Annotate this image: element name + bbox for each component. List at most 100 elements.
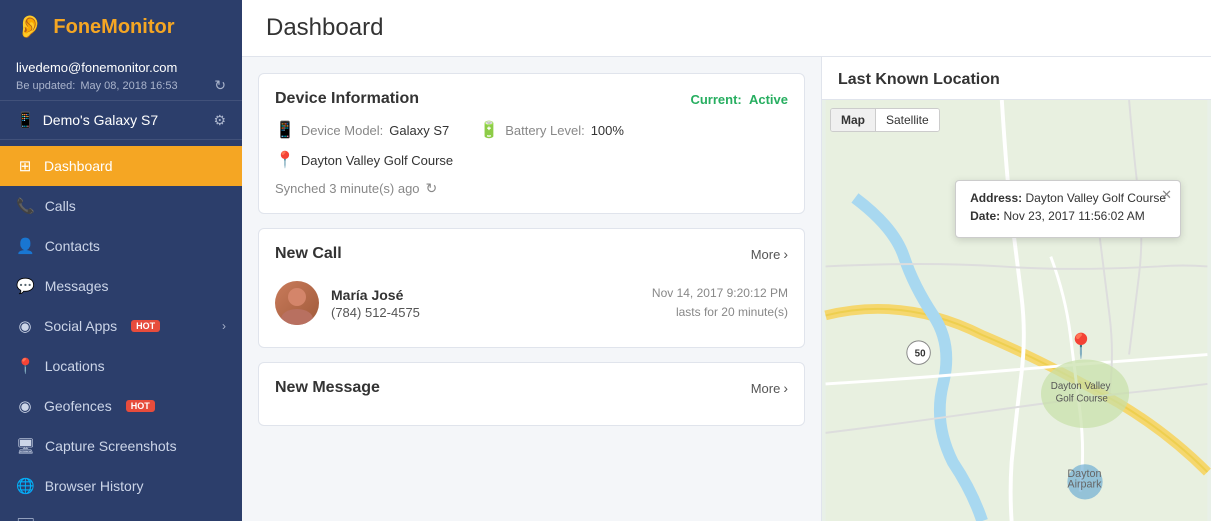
device-model-item: 📱 Device Model: Galaxy S7 [275, 120, 449, 140]
popup-date-value: Nov 23, 2017 11:56:02 AM [1003, 209, 1144, 223]
dashboard-icon: ⊞ [16, 157, 34, 175]
sidebar-item-messages[interactable]: 💬 Messages [0, 266, 242, 306]
chevron-right-icon: › [222, 319, 226, 333]
user-email: livedemo@fonemonitor.com [16, 60, 226, 75]
map-container[interactable]: Dayton Airpark 50 Dayton Valley Golf Cou… [822, 100, 1211, 521]
message-more-button[interactable]: More › [751, 380, 788, 396]
updated-time: May 08, 2018 16:53 [80, 80, 177, 92]
device-info-header: Device Information Current: Active [275, 90, 788, 108]
svg-text:Golf Course: Golf Course [1056, 394, 1108, 405]
call-row: María José (784) 512-4575 Nov 14, 2017 9… [275, 275, 788, 331]
sidebar-item-geofences[interactable]: ◉ Geofences HOT [0, 386, 242, 426]
device-info-title: Device Information [275, 90, 419, 108]
photos-icon: 🖼 [16, 517, 35, 521]
caller-name: María José [331, 287, 640, 303]
popup-address-label: Address: [970, 191, 1022, 205]
refresh-icon[interactable]: ↻ [214, 77, 226, 94]
sidebar-item-social-apps[interactable]: ◉ Social Apps HOT › [0, 306, 242, 346]
user-info: livedemo@fonemonitor.com Be updated: May… [0, 50, 242, 101]
satellite-button[interactable]: Satellite [876, 109, 939, 131]
sidebar-item-label: Capture Screenshots [45, 438, 177, 454]
browser-history-icon: 🌐 [16, 477, 35, 495]
sidebar-item-label: Calls [45, 198, 76, 214]
page-title: Dashboard [266, 14, 1187, 42]
device-info-status: Current: Active [690, 92, 788, 107]
call-more-label: More [751, 247, 781, 262]
main-content: Dashboard Device Information Current: Ac… [242, 0, 1211, 521]
model-value: Galaxy S7 [389, 123, 449, 138]
device-settings-icon[interactable]: ⚙ [213, 112, 226, 129]
call-duration: lasts for 20 minute(s) [652, 303, 788, 322]
status-value: Active [749, 92, 788, 107]
status-label: Current: [690, 92, 741, 107]
message-card-header: New Message More › [275, 379, 788, 397]
svg-text:Airpark: Airpark [1067, 479, 1102, 491]
call-more-button[interactable]: More › [751, 246, 788, 262]
device-name: 📱 Demo's Galaxy S7 [16, 111, 158, 129]
caller-avatar [275, 281, 319, 325]
map-popup: ✕ Address: Dayton Valley Golf Course Dat… [955, 180, 1181, 238]
battery-item: 🔋 Battery Level: 100% [479, 120, 624, 140]
device-icon: 📱 [16, 111, 35, 129]
sidebar-item-capture-screenshots[interactable]: 🖥 Capture Screenshots [0, 426, 242, 466]
sidebar-item-label: Contacts [45, 238, 100, 254]
device-name-label: Demo's Galaxy S7 [43, 112, 159, 128]
sync-text: Synched 3 minute(s) ago [275, 181, 420, 196]
hot-badge: HOT [131, 320, 160, 332]
screenshots-icon: 🖥 [16, 437, 35, 455]
svg-text:50: 50 [915, 349, 926, 360]
locations-icon: 📍 [16, 357, 35, 375]
location-value: Dayton Valley Golf Course [301, 153, 453, 168]
geofences-icon: ◉ [16, 397, 34, 415]
svg-text:Dayton Valley: Dayton Valley [1051, 381, 1111, 392]
model-label: Device Model: [301, 123, 383, 138]
sidebar-item-label: Messages [45, 278, 109, 294]
new-message-card: New Message More › [258, 362, 805, 426]
sidebar-header: 👂 FoneMonitor [0, 0, 242, 50]
logo-icon: 👂 [16, 14, 43, 40]
updated-label: Be updated: [16, 80, 75, 92]
map-controls: Map Satellite [830, 108, 940, 132]
contacts-icon: 👤 [16, 237, 35, 255]
sync-info: Synched 3 minute(s) ago ↻ [275, 180, 788, 197]
map-pin: 📍 [1066, 332, 1096, 361]
new-call-card: New Call More › María José [258, 228, 805, 348]
sidebar-item-label: Dashboard [44, 158, 113, 174]
sidebar-item-calls[interactable]: 📞 Calls [0, 186, 242, 226]
map-button[interactable]: Map [831, 109, 876, 131]
chevron-right-icon2: › [783, 380, 788, 396]
phone-icon: 📱 [275, 120, 295, 140]
sidebar-item-browser-history[interactable]: 🌐 Browser History [0, 466, 242, 506]
call-card-title: New Call [275, 245, 342, 263]
sidebar-item-dashboard[interactable]: ⊞ Dashboard [0, 146, 242, 186]
messages-icon: 💬 [16, 277, 35, 295]
sidebar-item-photos[interactable]: 🖼 Photos [0, 506, 242, 521]
map-panel: Last Known Location [821, 57, 1211, 521]
call-card-header: New Call More › [275, 245, 788, 263]
location-icon: 📍 [275, 150, 295, 170]
sidebar-item-label: Social Apps [44, 318, 117, 334]
social-apps-icon: ◉ [16, 317, 34, 335]
caller-number: (784) 512-4575 [331, 305, 640, 320]
battery-icon: 🔋 [479, 120, 499, 140]
device-details: 📱 Device Model: Galaxy S7 🔋 Battery Leve… [275, 120, 788, 140]
message-more-label: More [751, 381, 781, 396]
content-area: Device Information Current: Active 📱 Dev… [242, 57, 1211, 521]
user-updated-row: Be updated: May 08, 2018 16:53 ↻ [16, 77, 226, 94]
sidebar: 👂 FoneMonitor livedemo@fonemonitor.com B… [0, 0, 242, 521]
sidebar-item-locations[interactable]: 📍 Locations [0, 346, 242, 386]
call-time: Nov 14, 2017 9:20:12 PM [652, 284, 788, 303]
chevron-right-icon: › [783, 246, 788, 262]
call-time-info: Nov 14, 2017 9:20:12 PM lasts for 20 min… [652, 284, 788, 322]
device-selector[interactable]: 📱 Demo's Galaxy S7 ⚙ [0, 101, 242, 140]
popup-address-value: Dayton Valley Golf Course [1025, 191, 1166, 205]
location-item: 📍 Dayton Valley Golf Course [275, 150, 788, 170]
sync-refresh-icon[interactable]: ↻ [426, 180, 438, 197]
popup-address-row: Address: Dayton Valley Golf Course [970, 191, 1166, 205]
battery-label: Battery Level: [505, 123, 585, 138]
call-details: María José (784) 512-4575 [331, 287, 640, 320]
sidebar-item-contacts[interactable]: 👤 Contacts [0, 226, 242, 266]
calls-icon: 📞 [16, 197, 35, 215]
popup-close-button[interactable]: ✕ [1161, 187, 1172, 203]
battery-value: 100% [591, 123, 624, 138]
